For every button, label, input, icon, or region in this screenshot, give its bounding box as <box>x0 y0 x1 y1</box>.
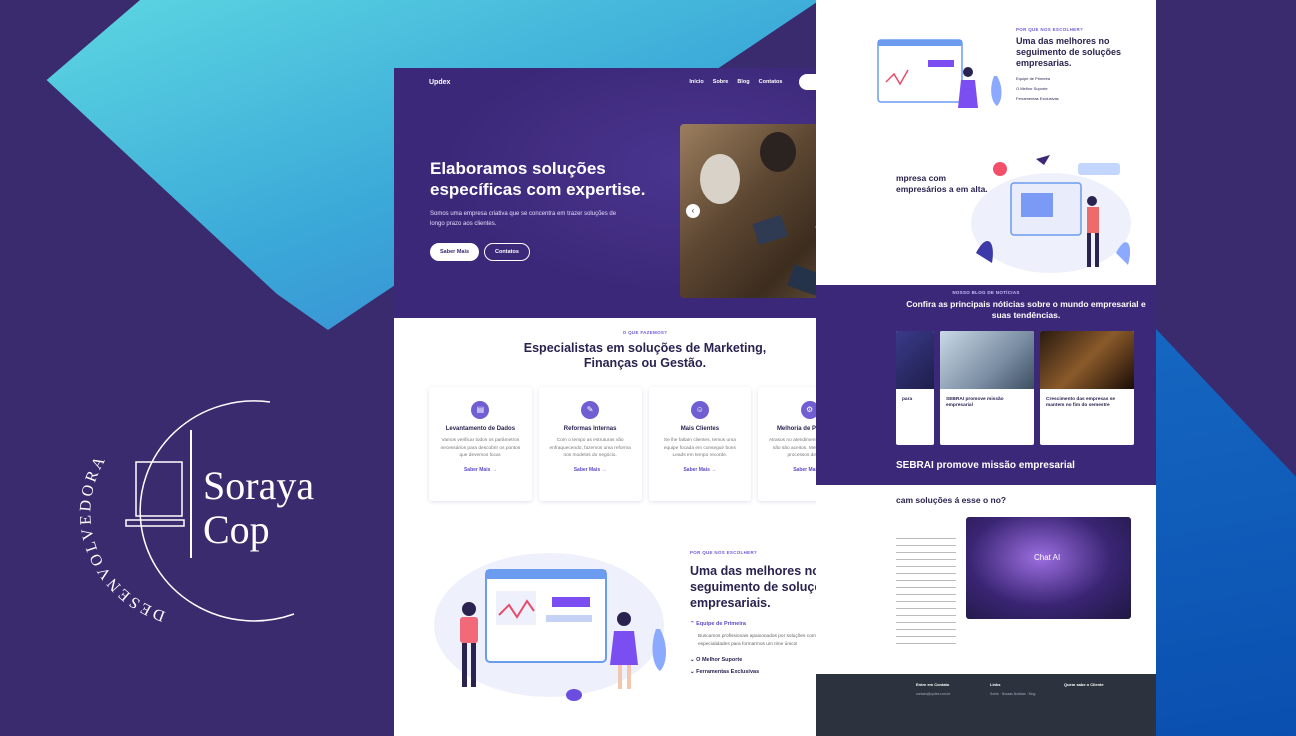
soraya-cop-logo: DESENVOLVEDORA Soraya Cop <box>70 398 350 628</box>
why-eyebrow: POR QUE NOS ESCOLHER? <box>690 550 758 555</box>
tool-icon: ✎ <box>581 401 600 419</box>
website-mockup-secondary: POR QUE NOS ESCOLHER? Uma das melhores n… <box>816 0 1156 736</box>
news-card[interactable]: SEBRAI promove missão empresarial <box>940 331 1034 445</box>
footer-links: Links Sobre · Nossas Noticias · Blog <box>990 682 1036 696</box>
blog-eyebrow: NOSSO BLOG DE NOTÍCIAS <box>952 290 1020 295</box>
carousel-prev-icon[interactable]: ‹ <box>686 204 700 218</box>
footer-preview: Entre em Contato contato@updex.com.br Lin… <box>816 674 1156 736</box>
ai-preview-title: cam soluções á esse o no? <box>896 495 1007 505</box>
preview-why-eyebrow: POR QUE NOS ESCOLHER? <box>1016 27 1084 32</box>
services-title: Especialistas em soluções de Marketing, … <box>523 341 767 370</box>
news-card-title: para <box>902 397 913 402</box>
chart-icon: ▤ <box>471 401 490 419</box>
service-card: ☺ Mais Clientes Se lhe faltam clientes, … <box>648 387 752 501</box>
service-card-title: Reformas Internas <box>563 426 617 432</box>
service-card-title: Mais Clientes <box>680 426 720 432</box>
chat-ai-image: Chat AI <box>966 517 1131 619</box>
team-illustration-small <box>877 39 1002 108</box>
service-card-text: Com o tempo as estruturas vão enfraquece… <box>549 438 631 458</box>
service-card-link[interactable]: Saber Mais → <box>539 467 642 473</box>
service-card: ▤ Levantamento de Dados Vamos verificar … <box>429 387 532 501</box>
nav-link-sobre[interactable]: Sobre <box>713 79 729 85</box>
footer-contact: Entre em Contato contato@updex.com.br <box>916 682 951 696</box>
blog-title: Confira as principais nóticias sobre o m… <box>906 299 1146 320</box>
news-card-title: SEBRAI promove missão empresarial <box>946 397 1004 408</box>
footer-about: Quem sabe o Cliente <box>1064 682 1104 687</box>
presenter-illustration <box>971 155 1131 273</box>
nav-link-inicio[interactable]: Início <box>689 79 703 85</box>
nav-link-blog[interactable]: Blog <box>737 79 749 85</box>
preview-row: Equipe de Primeira <box>1016 76 1051 81</box>
preview-why-title: Uma das melhores no seguimento de soluçõ… <box>1016 36 1122 68</box>
news-card[interactable]: para <box>896 331 934 445</box>
learn-more-button[interactable]: Saber Mais <box>430 243 480 261</box>
contacts-button[interactable]: Contatos <box>484 243 530 261</box>
blog-featured-title[interactable]: SEBRAI promove missão empresarial <box>896 460 1075 471</box>
hero-subtitle: Somos uma empresa criativa que se concen… <box>430 211 617 227</box>
brand-logo[interactable]: Updex <box>429 79 450 86</box>
news-card[interactable]: Crescimento das empresas se mantem no fi… <box>1040 331 1134 445</box>
service-card-text: Se lhe faltam clientes, temos uma equipe… <box>663 438 736 458</box>
laptop-icon <box>125 461 185 527</box>
blog-preview: NOSSO BLOG DE NOTÍCIAS Confira as princi… <box>816 285 1156 485</box>
user-icon: ☺ <box>690 401 709 419</box>
service-card-link[interactable]: Saber Mais → <box>429 467 532 473</box>
ai-preview: cam soluções á esse o no? Chat AI <box>816 485 1156 650</box>
why-choose-preview: POR QUE NOS ESCOLHER? Uma das melhores n… <box>816 0 1156 145</box>
service-card-text: Vamos verificar todos os parâmetros nece… <box>440 438 521 458</box>
about-preview: mpresa com empresários a em alta. <box>816 145 1156 285</box>
service-card-link[interactable]: Saber Mais → <box>649 467 752 473</box>
news-card-title: Crescimento das empresas se mantem no fi… <box>1046 397 1116 408</box>
ai-preview-text <box>896 535 956 645</box>
team-illustration <box>434 553 666 701</box>
nav-link-contatos[interactable]: Contatos <box>759 79 783 85</box>
logo-name: Soraya Cop <box>203 463 315 552</box>
preview-row: O Melhor Suporte <box>1016 86 1048 91</box>
hero-title: Elaboramos soluções específicas com expe… <box>430 159 646 199</box>
service-card-title: Levantamento de Dados <box>445 426 516 432</box>
service-card: ✎ Reformas Internas Com o tempo as estru… <box>538 387 642 501</box>
preview-row: Ferramentas Exclusivas <box>1016 96 1059 101</box>
